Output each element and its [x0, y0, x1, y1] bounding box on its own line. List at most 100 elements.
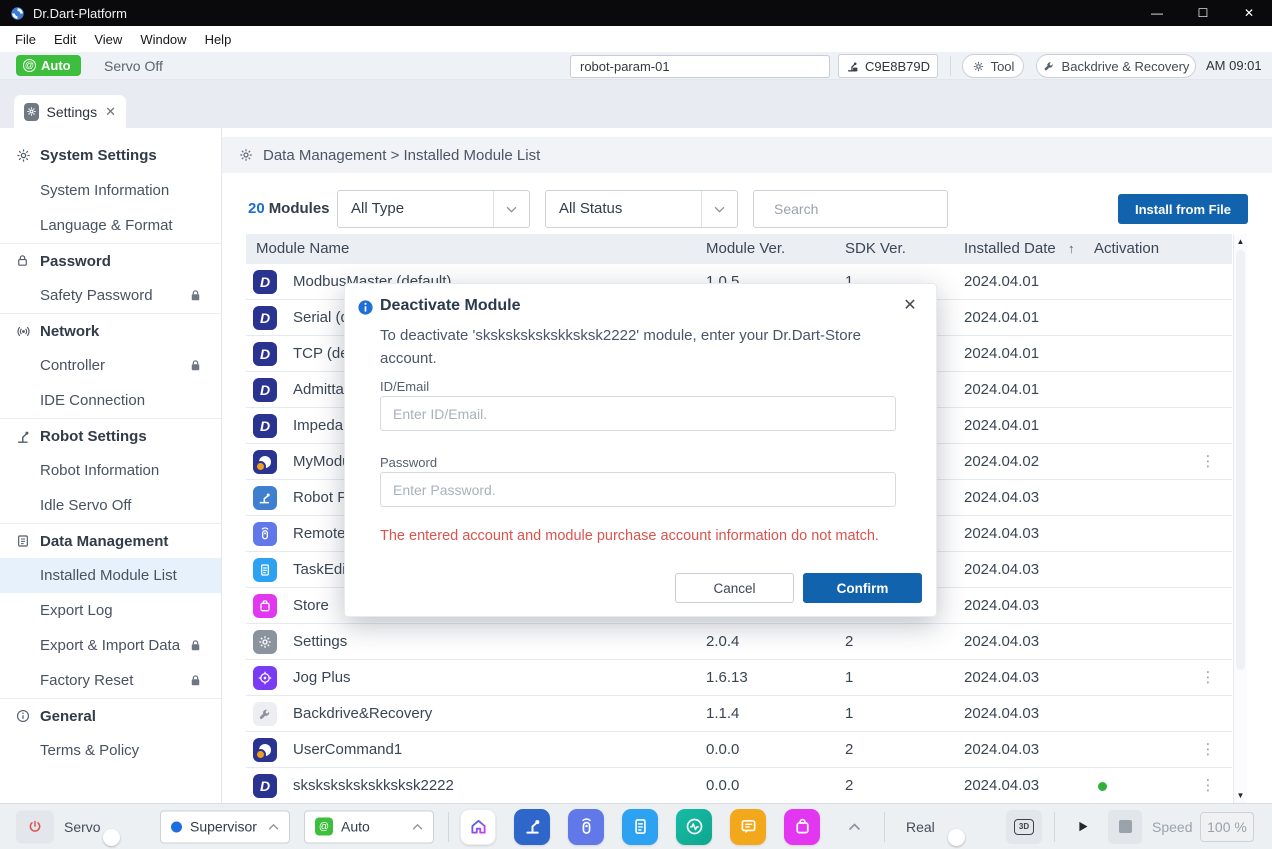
settings-icon: [253, 630, 277, 654]
sidebar-item-factory-reset[interactable]: Factory Reset: [0, 663, 221, 698]
close-button[interactable]: ✕: [1226, 0, 1272, 26]
chevron-down-icon: [701, 191, 737, 227]
row-menu-button[interactable]: ⋮: [1196, 444, 1220, 480]
sidebar-item-installed-module-list[interactable]: Installed Module List: [0, 558, 221, 593]
tool-button[interactable]: Tool: [962, 54, 1024, 78]
confirm-button[interactable]: Confirm: [803, 573, 922, 603]
lock-icon: [15, 253, 32, 270]
no-icon: [15, 182, 32, 199]
gear-icon: [972, 60, 985, 73]
col-module-name[interactable]: Module Name: [256, 234, 349, 264]
search-input[interactable]: [772, 200, 957, 218]
tab-settings[interactable]: Settings ✕: [14, 95, 126, 128]
sidebar-item-password[interactable]: Password: [0, 243, 221, 278]
tab-strip: Settings ✕: [0, 80, 1272, 128]
sidebar-item-label: General: [40, 708, 96, 725]
robot-settings-icon[interactable]: [514, 809, 550, 845]
sidebar-item-safety-password[interactable]: Safety Password: [0, 278, 221, 313]
app-window: Dr.Dart-Platform — ☐ ✕ File Edit View Wi…: [0, 0, 1272, 849]
info-icon: [15, 708, 32, 725]
no-icon: [15, 392, 32, 409]
status-filter-select[interactable]: All Status: [545, 190, 738, 228]
sidebar-item-robot-information[interactable]: Robot Information: [0, 453, 221, 488]
row-menu-button[interactable]: ⋮: [1196, 732, 1220, 768]
type-filter-select[interactable]: All Type: [337, 190, 530, 228]
operation-mode-select[interactable]: @ Auto: [304, 810, 434, 843]
sidebar-item-terms-policy[interactable]: Terms & Policy: [0, 733, 221, 768]
sidebar-item-network[interactable]: Network: [0, 313, 221, 348]
minimize-button[interactable]: —: [1134, 0, 1180, 26]
user-role-select[interactable]: Supervisor: [160, 810, 290, 843]
dialog-close-icon[interactable]: ✕: [900, 295, 920, 315]
module-name: Store: [293, 588, 329, 624]
sidebar-item-export-import-data[interactable]: Export & Import Data: [0, 628, 221, 663]
speed-value[interactable]: 100 %: [1200, 812, 1254, 842]
sidebar-item-general[interactable]: General: [0, 698, 221, 733]
sidebar-item-ide-connection[interactable]: IDE Connection: [0, 383, 221, 418]
store-icon[interactable]: [784, 809, 820, 845]
sidebar-item-robot-settings[interactable]: Robot Settings: [0, 418, 221, 453]
installed-date: 2024.04.03: [964, 696, 1039, 732]
log-icon[interactable]: [730, 809, 766, 845]
menu-view[interactable]: View: [85, 32, 131, 47]
scrollbar-thumb[interactable]: [1236, 250, 1245, 670]
scroll-down-icon[interactable]: ▼: [1234, 791, 1247, 800]
dock-collapse-icon[interactable]: [848, 823, 861, 831]
sidebar-item-controller[interactable]: Controller: [0, 348, 221, 383]
sidebar-item-label: Export & Import Data: [40, 637, 180, 654]
jog-plus-icon: [253, 666, 277, 690]
cancel-button[interactable]: Cancel: [675, 573, 794, 603]
task-editor-icon[interactable]: [622, 809, 658, 845]
menu-edit[interactable]: Edit: [45, 32, 85, 47]
power-button[interactable]: [16, 810, 54, 843]
bottom-divider: [448, 812, 449, 842]
remote-control-icon[interactable]: [568, 809, 604, 845]
info-icon: [357, 299, 374, 316]
sidebar-item-language-format[interactable]: Language & Format: [0, 208, 221, 243]
stop-button[interactable]: [1108, 810, 1142, 844]
sort-ascending-icon[interactable]: ↑: [1068, 234, 1075, 264]
play-button[interactable]: [1066, 811, 1098, 843]
sidebar-item-system-information[interactable]: System Information: [0, 173, 221, 208]
row-menu-button[interactable]: ⋮: [1196, 660, 1220, 696]
robot-serial-button[interactable]: C9E8B79D: [838, 54, 938, 78]
backdrive-recovery-button[interactable]: Backdrive & Recovery: [1036, 54, 1196, 78]
module-version: 1.6.13: [706, 660, 748, 696]
table-scrollbar[interactable]: ▲ ▼: [1233, 234, 1247, 803]
sidebar-item-system-settings[interactable]: System Settings: [0, 138, 221, 173]
id-email-input[interactable]: [380, 396, 896, 431]
home-icon[interactable]: [460, 809, 496, 845]
sidebar-item-label: Factory Reset: [40, 672, 133, 689]
monitoring-icon[interactable]: [676, 809, 712, 845]
sidebar-item-export-log[interactable]: Export Log: [0, 593, 221, 628]
title-bar: Dr.Dart-Platform — ☐ ✕: [0, 0, 1272, 26]
sidebar-item-label: Controller: [40, 357, 105, 374]
gear-icon: [15, 147, 32, 164]
robot-param-field[interactable]: [570, 55, 830, 78]
d-module-icon: D: [253, 378, 277, 402]
tab-close-icon[interactable]: ✕: [105, 104, 116, 120]
col-sdk-version[interactable]: SDK Ver.: [845, 234, 906, 264]
sidebar-item-label: System Information: [40, 182, 169, 199]
sidebar-item-data-management[interactable]: Data Management: [0, 523, 221, 558]
installed-date: 2024.04.03: [964, 552, 1039, 588]
sidebar-item-label: Terms & Policy: [40, 742, 139, 759]
col-activation[interactable]: Activation: [1094, 234, 1159, 264]
maximize-button[interactable]: ☐: [1180, 0, 1226, 26]
row-menu-button[interactable]: ⋮: [1196, 768, 1220, 804]
col-module-version[interactable]: Module Ver.: [706, 234, 785, 264]
sidebar-item-idle-servo-off[interactable]: Idle Servo Off: [0, 488, 221, 523]
password-input[interactable]: [380, 472, 896, 507]
3d-view-button[interactable]: 3D: [1006, 810, 1042, 844]
scroll-up-icon[interactable]: ▲: [1234, 237, 1247, 246]
d-module-icon: D: [253, 270, 277, 294]
menu-file[interactable]: File: [6, 32, 45, 47]
col-installed-date[interactable]: Installed Date: [964, 234, 1056, 264]
menu-help[interactable]: Help: [196, 32, 241, 47]
play-icon: [1075, 819, 1090, 834]
error-message: The entered account and module purchase …: [380, 527, 900, 547]
sidebar-item-label: Export Log: [40, 602, 113, 619]
install-from-file-button[interactable]: Install from File: [1118, 194, 1248, 224]
menu-window[interactable]: Window: [131, 32, 195, 47]
servo-status-label: Servo Off: [104, 52, 163, 80]
